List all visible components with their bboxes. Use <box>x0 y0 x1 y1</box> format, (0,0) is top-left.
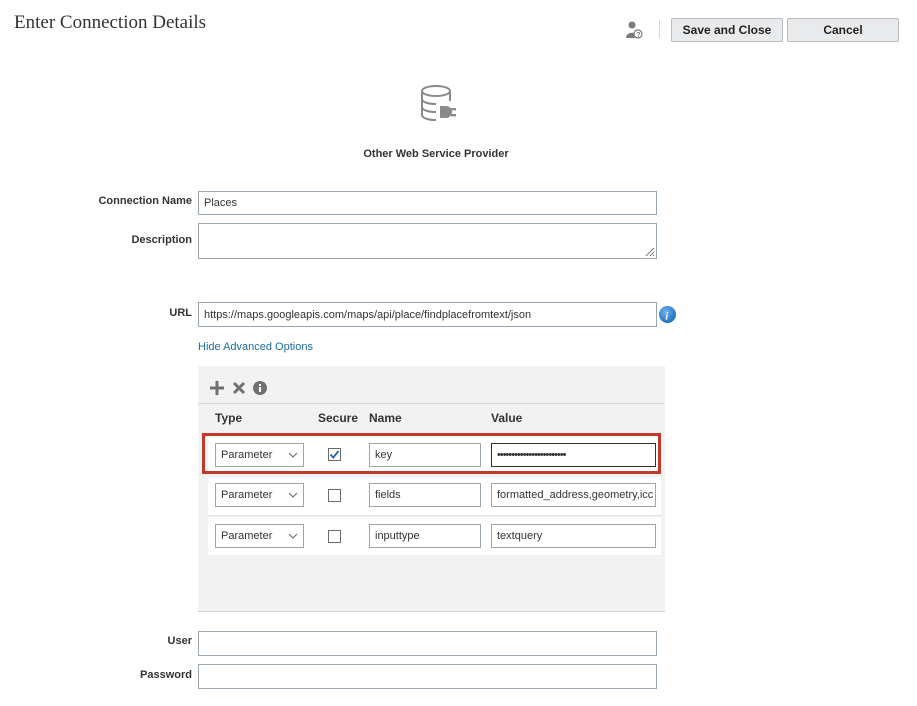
name-input[interactable]: fields <box>369 483 481 507</box>
chevron-down-icon <box>288 492 298 498</box>
user-input[interactable] <box>198 631 657 656</box>
chevron-down-icon <box>288 452 298 458</box>
url-label: URL <box>169 307 192 319</box>
user-label: User <box>167 635 192 647</box>
page-title: Enter Connection Details <box>14 12 207 33</box>
delete-icon[interactable] <box>232 381 246 395</box>
connection-name-label: Connection Name <box>98 195 192 207</box>
save-and-close-button[interactable]: Save and Close <box>671 18 783 42</box>
connection-name-input[interactable]: Places <box>198 191 657 215</box>
column-header-value: Value <box>491 411 523 425</box>
name-input[interactable]: key <box>369 443 481 467</box>
secure-checkbox[interactable] <box>328 489 341 502</box>
value-input[interactable]: •••••••••••••••••••••••• <box>491 443 656 467</box>
type-select[interactable]: Parameter <box>215 443 304 467</box>
details-icon[interactable] <box>253 381 267 395</box>
table-header-divider <box>198 403 665 404</box>
toolbar-separator <box>659 20 660 38</box>
database-plug-icon <box>418 84 458 124</box>
info-icon[interactable]: i <box>658 305 677 324</box>
column-header-type: Type <box>215 411 243 425</box>
password-label: Password <box>140 669 192 681</box>
resize-handle-icon[interactable] <box>643 245 655 257</box>
cancel-button[interactable]: Cancel <box>787 18 899 42</box>
secure-checkbox[interactable] <box>328 448 341 461</box>
column-header-name: Name <box>369 411 402 425</box>
value-input[interactable]: textquery <box>491 524 656 548</box>
secure-checkbox[interactable] <box>328 530 341 543</box>
description-label: Description <box>131 234 192 246</box>
description-textarea[interactable] <box>198 223 657 259</box>
url-input[interactable]: https://maps.googleapis.com/maps/api/pla… <box>198 302 657 327</box>
column-header-secure: Secure <box>318 411 359 425</box>
type-select-value: Parameter <box>221 530 273 542</box>
chevron-down-icon <box>288 533 298 539</box>
type-select-value: Parameter <box>221 449 273 461</box>
password-input[interactable] <box>198 664 657 689</box>
provider-name: Other Web Service Provider <box>363 148 509 160</box>
svg-text:?: ? <box>636 32 640 39</box>
checkmark-icon <box>329 450 340 459</box>
user-help-icon[interactable]: ? <box>625 20 643 40</box>
type-select-value: Parameter <box>221 489 273 501</box>
type-select[interactable]: Parameter <box>215 483 304 507</box>
add-icon[interactable] <box>209 380 225 396</box>
name-input[interactable]: inputtype <box>369 524 481 548</box>
type-select[interactable]: Parameter <box>215 524 304 548</box>
value-input[interactable]: formatted_address,geometry,icc <box>491 483 656 507</box>
hide-advanced-options-link[interactable]: Hide Advanced Options <box>198 341 313 353</box>
